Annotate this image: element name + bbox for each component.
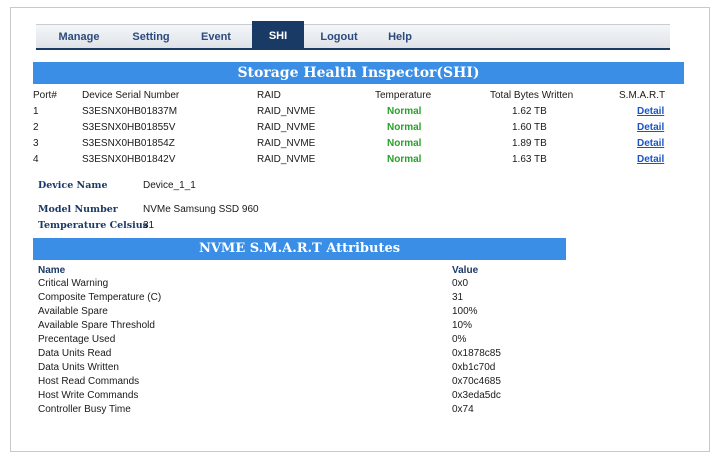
smart-attributes-list[interactable]: Name Value Critical Warning 0x0 Composit… [36, 261, 566, 414]
row-port: 3 [33, 138, 39, 149]
attr-value: 0x74 [452, 404, 474, 414]
attr-name: Host Read Commands [38, 376, 140, 387]
attr-name: Controller Busy Time [38, 404, 131, 414]
device-name-value: Device_1_1 [143, 180, 196, 191]
attr-value-header: Value [452, 265, 479, 276]
row-raid: RAID_NVME [257, 122, 316, 133]
row-tbw: 1.89 TB [512, 138, 547, 149]
shi-title-bar: Storage Health Inspector(SHI) [33, 62, 684, 84]
row-serial: S3ESNX0HB01855V [82, 122, 176, 133]
attr-value: 31 [452, 292, 464, 303]
attr-name: Composite Temperature (C) [38, 292, 162, 303]
row-detail-link[interactable]: Detail [637, 154, 664, 165]
row-serial: S3ESNX0HB01854Z [82, 138, 175, 149]
row-serial: S3ESNX0HB01842V [82, 154, 176, 165]
col-header-tbw: Total Bytes Written [490, 90, 574, 101]
attr-name-header: Name [38, 265, 66, 276]
nav-shi[interactable]: SHI [252, 21, 304, 49]
nav-logout[interactable]: Logout [314, 25, 364, 49]
row-temp-status: Normal [387, 106, 422, 117]
nav-manage[interactable]: Manage [50, 25, 108, 49]
col-header-serial: Device Serial Number [82, 90, 180, 101]
attr-name: Data Units Read [38, 348, 112, 359]
row-tbw: 1.60 TB [512, 122, 547, 133]
smart-title-bar: NVME S.M.A.R.T Attributes [33, 238, 566, 260]
attr-name: Precentage Used [38, 334, 116, 345]
attr-name: Critical Warning [38, 278, 109, 289]
row-raid: RAID_NVME [257, 106, 316, 117]
attr-value: 0x0 [452, 278, 469, 289]
row-raid: RAID_NVME [257, 138, 316, 149]
nav-event[interactable]: Event [192, 25, 240, 49]
model-number-label: Model Number [38, 204, 118, 215]
row-serial: S3ESNX0HB01837M [82, 106, 178, 117]
nav-setting[interactable]: Setting [124, 25, 178, 49]
temperature-celsius-value: 31 [143, 220, 155, 231]
row-port: 1 [33, 106, 39, 117]
row-temp-status: Normal [387, 138, 422, 149]
col-header-smart: S.M.A.R.T [619, 90, 666, 101]
attr-value: 10% [452, 320, 473, 331]
attr-value: 100% [452, 306, 478, 317]
attr-value: 0x3eda5dc [452, 390, 501, 401]
attr-name: Available Spare Threshold [38, 320, 155, 331]
col-header-temperature: Temperature [375, 90, 432, 101]
attr-value: 0x70c4685 [452, 376, 501, 387]
temperature-celsius-label: Temperature Celsius [38, 220, 149, 231]
row-detail-link[interactable]: Detail [637, 106, 664, 117]
row-temp-status: Normal [387, 122, 422, 133]
col-header-port: Port# [33, 90, 57, 101]
attr-name: Available Spare [38, 306, 108, 317]
model-number-value: NVMe Samsung SSD 960 [143, 204, 259, 215]
top-nav-bar: Manage Setting Event SHI Logout Help [36, 21, 670, 50]
device-name-label: Device Name [38, 180, 108, 191]
row-tbw: 1.62 TB [512, 106, 547, 117]
attr-name: Data Units Written [38, 362, 119, 373]
row-temp-status: Normal [387, 154, 422, 165]
nav-help[interactable]: Help [378, 25, 422, 49]
row-raid: RAID_NVME [257, 154, 316, 165]
attr-name: Host Write Commands [38, 390, 139, 401]
attr-value: 0% [452, 334, 467, 345]
row-detail-link[interactable]: Detail [637, 122, 664, 133]
attr-value: 0xb1c70d [452, 362, 496, 373]
row-detail-link[interactable]: Detail [637, 138, 664, 149]
row-tbw: 1.63 TB [512, 154, 547, 165]
row-port: 4 [33, 154, 39, 165]
row-port: 2 [33, 122, 39, 133]
col-header-raid: RAID [257, 90, 281, 101]
attr-value: 0x1878c85 [452, 348, 501, 359]
